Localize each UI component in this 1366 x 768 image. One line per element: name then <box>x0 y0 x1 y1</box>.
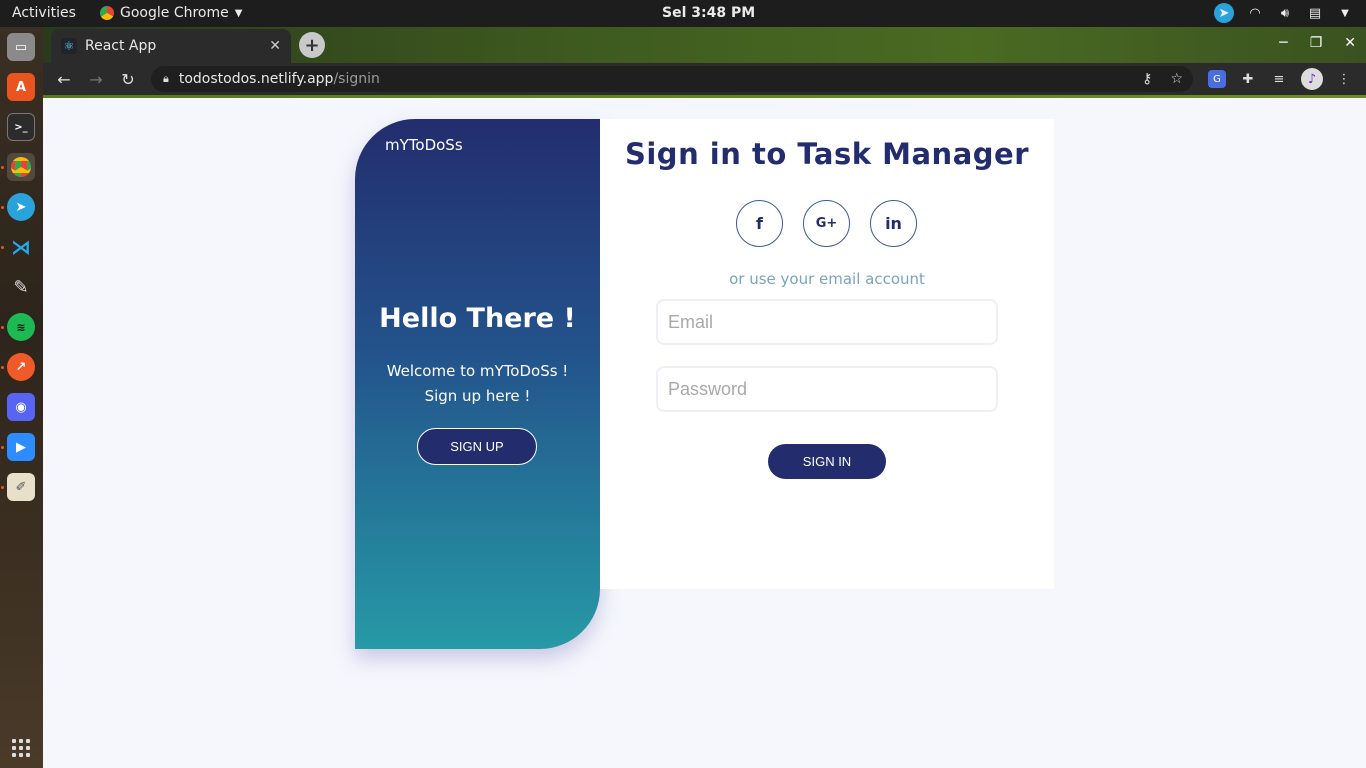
browser-icon[interactable]: ↗ <box>7 353 35 381</box>
text-editor-icon[interactable]: ✐ <box>7 473 35 501</box>
clock[interactable]: Sel 3:48 PM <box>662 5 755 21</box>
react-icon: ⚛ <box>61 38 77 54</box>
address-bar[interactable]: 🔒︎ todostodos.netlify.app/signin ⚷ ☆ <box>151 66 1193 92</box>
telegram-icon[interactable]: ➤ <box>7 193 35 221</box>
bookmark-star-icon[interactable]: ☆ <box>1170 71 1183 87</box>
zoom-icon[interactable]: ▶ <box>7 433 35 461</box>
chevron-down-icon: ▼ <box>234 7 243 19</box>
files-icon[interactable]: ▭ <box>7 33 35 61</box>
signin-panel: Sign in to Task Manager f G+ in or use y… <box>600 119 1054 589</box>
sign-up-button[interactable]: SIGN UP <box>417 428 537 465</box>
window-controls: ─ ❐ ✕ <box>1279 35 1356 51</box>
signin-title: Sign in to Task Manager <box>624 137 1030 171</box>
telegram-tray-icon[interactable]: ➤ <box>1214 3 1234 23</box>
close-window-icon[interactable]: ✕ <box>1344 35 1356 51</box>
linkedin-icon[interactable]: in <box>870 200 917 247</box>
social-login-group: f G+ in <box>736 200 917 247</box>
spotify-icon[interactable]: ≋ <box>7 313 35 341</box>
activities-button[interactable]: Activities <box>12 5 76 21</box>
password-field[interactable] <box>656 366 998 412</box>
hello-heading: Hello There ! <box>379 303 576 334</box>
facebook-icon[interactable]: f <box>736 200 783 247</box>
welcome-text: Welcome to mYToDoSs ! Sign up here ! <box>355 359 600 409</box>
chrome-tab-strip: ⚛ React App ✕ + ─ ❐ ✕ <box>43 27 1366 63</box>
running-indicator <box>1 486 4 489</box>
web-page: mYToDoSs Hello There ! Welcome to mYToDo… <box>43 98 1366 768</box>
url-path: /signin <box>333 71 380 87</box>
reload-icon[interactable]: ↻ <box>117 68 139 90</box>
system-tray[interactable]: ➤ ◠ 🔊︎ ▤ ▼ <box>1214 3 1354 23</box>
lock-icon[interactable]: 🔒︎ <box>163 72 169 86</box>
clipboard-icon[interactable]: ▤ <box>1306 4 1324 22</box>
running-indicator <box>1 446 4 449</box>
inkscape-icon[interactable]: ✎ <box>7 273 35 301</box>
software-center-icon[interactable]: A <box>7 73 35 101</box>
chrome-toolbar: ← → ↻ 🔒︎ todostodos.netlify.app/signin ⚷… <box>43 63 1366 95</box>
browser-tab[interactable]: ⚛ React App ✕ <box>51 29 291 63</box>
extensions-puzzle-icon[interactable]: ✚ <box>1237 68 1259 90</box>
email-divider-text: or use your email account <box>729 270 925 288</box>
system-menu-chevron-icon[interactable]: ▼ <box>1336 4 1354 22</box>
chrome-icon <box>100 6 114 20</box>
running-indicator <box>1 366 4 369</box>
signup-panel: mYToDoSs Hello There ! Welcome to mYToDo… <box>355 119 600 649</box>
restore-icon[interactable]: ❐ <box>1310 35 1323 51</box>
chrome-menu-icon[interactable]: ⋮ <box>1333 68 1355 90</box>
key-icon[interactable]: ⚷ <box>1142 71 1152 87</box>
dock: ▭ A >_ ➤ ⋊ ✎ ≋ ↗ ◉ ▶ ✐ <box>0 27 43 768</box>
close-tab-icon[interactable]: ✕ <box>269 38 281 54</box>
running-indicator <box>1 206 4 209</box>
running-indicator <box>1 166 4 169</box>
new-tab-button[interactable]: + <box>299 32 325 58</box>
url-host: todostodos.netlify.app <box>178 71 334 87</box>
sign-in-button[interactable]: SIGN IN <box>768 444 886 479</box>
welcome-line-2: Sign up here ! <box>424 387 531 405</box>
running-indicator <box>1 326 4 329</box>
wifi-icon[interactable]: ◠ <box>1246 4 1264 22</box>
brand-logo[interactable]: mYToDoSs <box>385 136 463 154</box>
show-applications-icon[interactable] <box>12 739 30 757</box>
media-queue-icon[interactable]: ≡ <box>1268 68 1290 90</box>
back-icon[interactable]: ← <box>53 68 75 90</box>
app-menu[interactable]: Google Chrome ▼ <box>100 5 242 21</box>
vscode-icon[interactable]: ⋊ <box>7 233 35 261</box>
terminal-icon[interactable]: >_ <box>7 113 35 141</box>
welcome-line-1: Welcome to mYToDoSs ! <box>386 362 569 380</box>
app-menu-label: Google Chrome <box>120 5 229 21</box>
translate-extension-icon[interactable]: G <box>1208 70 1226 88</box>
profile-avatar-icon[interactable]: ♪ <box>1301 68 1323 90</box>
chrome-icon[interactable] <box>7 153 35 181</box>
google-plus-icon[interactable]: G+ <box>803 200 850 247</box>
running-indicator <box>1 246 4 249</box>
gnome-top-bar: Activities Google Chrome ▼ Sel 3:48 PM ➤… <box>0 0 1366 27</box>
discord-icon[interactable]: ◉ <box>7 393 35 421</box>
forward-icon[interactable]: → <box>85 68 107 90</box>
email-field[interactable] <box>656 299 998 345</box>
minimize-icon[interactable]: ─ <box>1279 35 1287 51</box>
tab-title: React App <box>85 38 157 54</box>
volume-icon[interactable]: 🔊︎ <box>1276 4 1294 22</box>
